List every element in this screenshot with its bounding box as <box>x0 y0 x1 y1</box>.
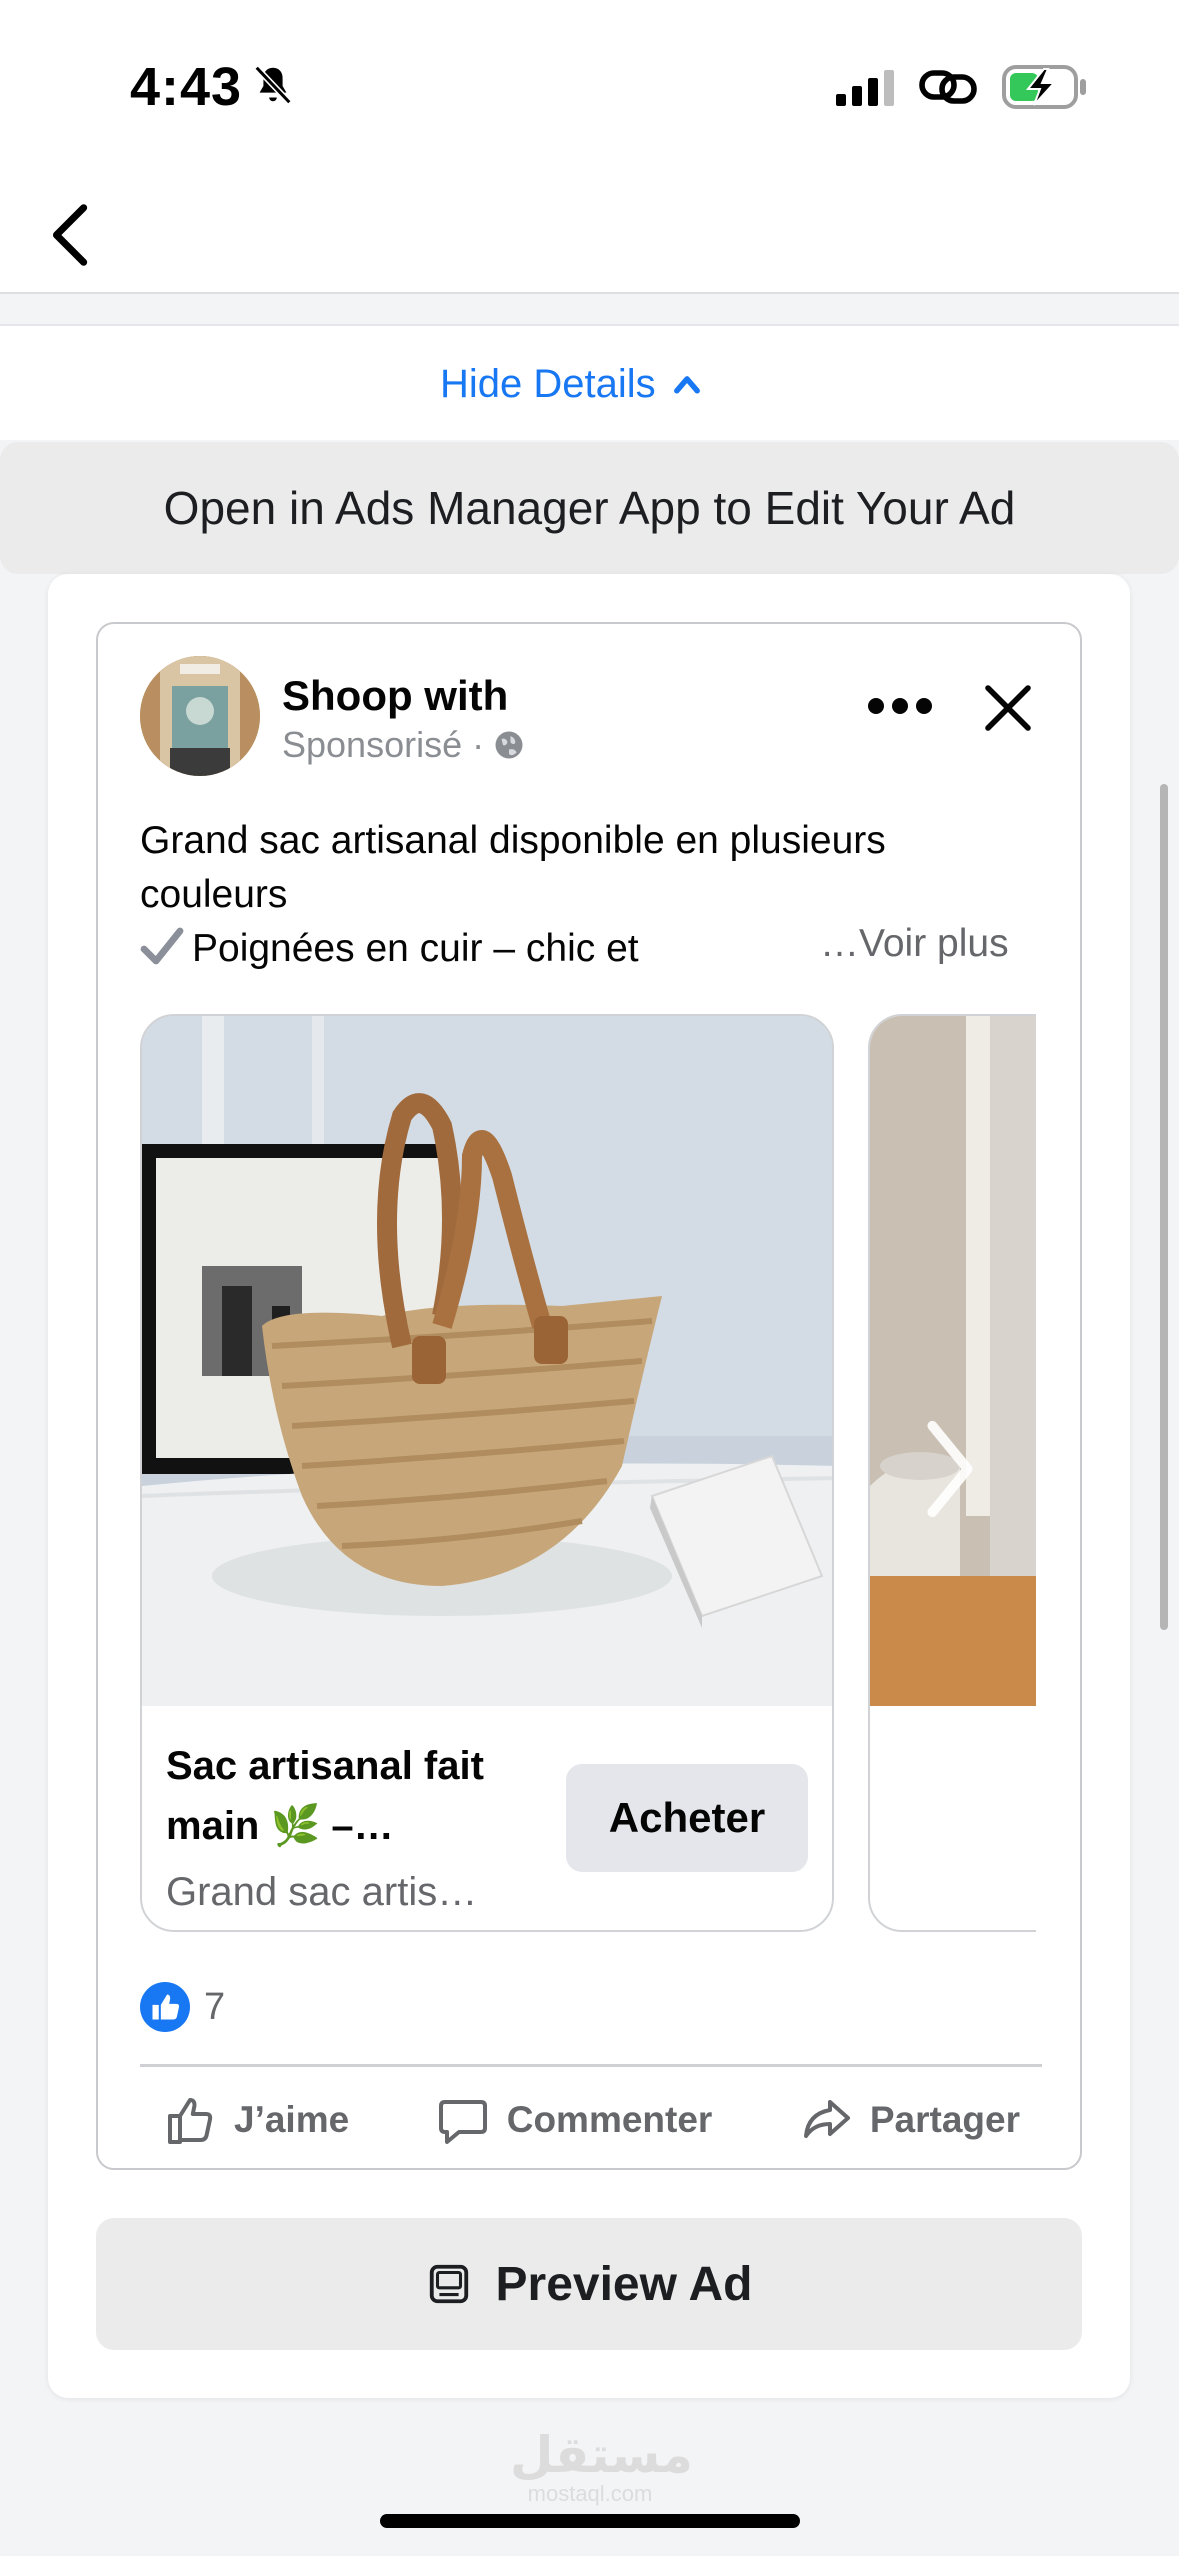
comment-button[interactable]: Commenter <box>413 2092 735 2148</box>
link-icon <box>919 70 977 104</box>
like-label: J’aime <box>234 2099 350 2140</box>
home-indicator[interactable] <box>380 2514 800 2528</box>
bell-off-icon <box>254 65 292 105</box>
divider <box>140 2064 1042 2067</box>
cellular-signal-icon <box>836 70 894 106</box>
status-bar: 4:43 <box>0 0 1179 170</box>
hide-details-label: Hide Details <box>440 361 656 406</box>
carousel-card[interactable]: Sac artisanal fait main 🌿 –… Grand sac a… <box>140 1014 834 1932</box>
more-options-icon[interactable] <box>866 694 934 718</box>
preview-ad-button[interactable]: Preview Ad <box>96 2218 1082 2350</box>
preview-ad-label: Preview Ad <box>495 2257 753 2311</box>
ads-manager-banner[interactable]: Open in Ads Manager App to Edit Your Ad <box>0 442 1179 574</box>
see-more-link[interactable]: …Voir plus <box>820 922 1009 966</box>
watermark-arabic: مستقل <box>510 2427 693 2483</box>
sponsored-row: Sponsorisé · <box>282 724 524 766</box>
details-row: Hide Details <box>0 324 1179 440</box>
scrollbar[interactable] <box>1160 784 1168 1630</box>
chevron-left-icon[interactable] <box>44 200 100 270</box>
share-icon <box>803 2100 850 2138</box>
check-mark-icon <box>140 927 184 965</box>
page-name[interactable]: Shoop with <box>282 672 508 720</box>
product-image <box>142 1016 832 1706</box>
share-button[interactable]: Partager <box>776 2092 1042 2148</box>
caption-line-1: Grand sac artisanal disponible en plusie… <box>140 819 886 862</box>
like-button[interactable]: J’aime <box>140 2092 371 2148</box>
shop-now-button[interactable]: Acheter <box>566 1764 808 1872</box>
caption-line-2: couleurs <box>140 873 288 916</box>
page-avatar[interactable] <box>140 656 260 776</box>
thumbs-up-icon <box>168 2098 213 2144</box>
hide-details-button[interactable]: Hide Details <box>440 356 704 412</box>
preview-icon <box>429 2264 468 2304</box>
like-reaction-icon <box>140 1982 190 2032</box>
ad-post: Shoop with Sponsorisé · Grand sac artisa… <box>96 622 1082 2170</box>
reactions-summary[interactable]: 7 <box>140 1982 225 2032</box>
product-description: Grand sac artis… <box>166 1870 478 1914</box>
product-title: Sac artisanal fait main 🌿 –… <box>166 1744 484 1848</box>
globe-icon <box>495 731 523 759</box>
comment-icon <box>438 2100 487 2144</box>
post-actions: J’aime Commenter Partager <box>140 2080 1042 2160</box>
watermark-logo: مستقل mostaql.com <box>510 2427 693 2506</box>
nav-bar <box>0 170 1179 294</box>
share-label: Partager <box>869 2099 1020 2140</box>
comment-label: Commenter <box>506 2099 713 2140</box>
ads-manager-banner-text: Open in Ads Manager App to Edit Your Ad <box>163 482 1016 534</box>
watermark-latin: mostaql.com <box>527 2481 653 2506</box>
sponsored-label: Sponsorisé · <box>282 724 485 765</box>
carousel-edge <box>1036 1004 1080 1944</box>
ad-preview-card: Shoop with Sponsorisé · Grand sac artisa… <box>48 574 1130 2398</box>
close-icon[interactable] <box>982 682 1034 734</box>
battery-charging-icon <box>1002 65 1086 109</box>
reaction-count: 7 <box>204 1985 226 2028</box>
chevron-right-icon[interactable] <box>920 1414 980 1524</box>
status-time: 4:43 <box>130 57 243 117</box>
chevron-up-icon <box>673 376 700 394</box>
caption-line-3-text: Poignées en cuir – chic et <box>192 927 639 970</box>
